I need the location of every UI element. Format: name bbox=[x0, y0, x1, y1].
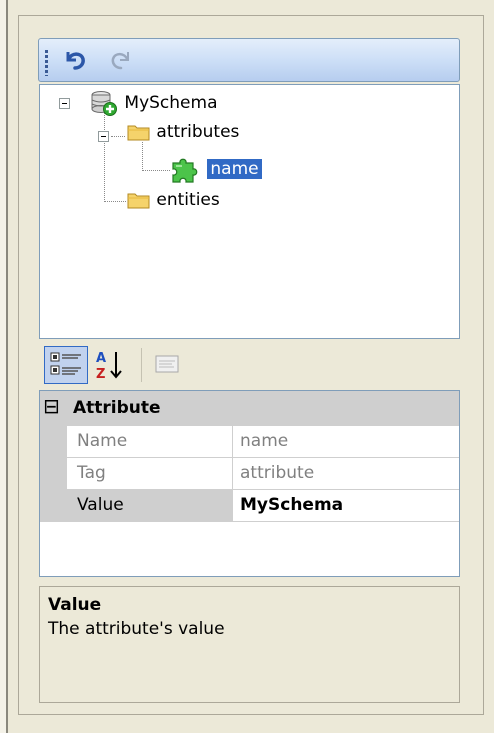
collapse-attributes-toggle[interactable] bbox=[98, 131, 109, 142]
description-pane: Value The attribute's value bbox=[39, 586, 460, 703]
collapse-category-toggle[interactable]: ⊟ bbox=[43, 394, 60, 418]
row-gutter bbox=[40, 426, 67, 458]
sort-az-icon: A Z bbox=[96, 351, 122, 382]
row-gutter bbox=[40, 458, 67, 490]
tree-node-attributes-label: attributes bbox=[156, 122, 240, 142]
folder-icon bbox=[127, 125, 150, 141]
tree-node-entities[interactable]: entities bbox=[127, 190, 220, 210]
property-row-value[interactable]: Value MySchema bbox=[40, 490, 459, 522]
tree-line bbox=[142, 170, 170, 172]
redo-button[interactable] bbox=[106, 46, 134, 74]
property-name: Name bbox=[77, 431, 128, 451]
categorized-button[interactable] bbox=[44, 346, 88, 384]
tree-line bbox=[104, 110, 106, 202]
property-value: name bbox=[240, 431, 289, 451]
tree-node-root-label: MySchema bbox=[124, 93, 218, 113]
property-pages-icon bbox=[155, 355, 179, 373]
schema-tree[interactable]: MySchema attributes name entities bbox=[39, 84, 460, 339]
property-value: attribute bbox=[240, 463, 315, 483]
column-divider[interactable] bbox=[232, 458, 233, 490]
row-divider bbox=[67, 521, 459, 522]
categorized-icon bbox=[50, 352, 81, 375]
tree-line bbox=[142, 142, 144, 171]
property-pages-button[interactable] bbox=[150, 350, 184, 380]
description-text: The attribute's value bbox=[48, 619, 225, 639]
property-name: Value bbox=[77, 495, 124, 515]
description-title: Value bbox=[48, 595, 102, 615]
window-splitter[interactable] bbox=[6, 0, 8, 733]
toolbar-separator bbox=[141, 348, 142, 382]
column-divider[interactable] bbox=[232, 426, 233, 458]
category-row-attribute[interactable]: ⊟ Attribute bbox=[40, 391, 459, 426]
column-divider[interactable] bbox=[232, 490, 233, 522]
property-row-tag[interactable]: Tag attribute bbox=[40, 458, 459, 490]
alphabetical-button[interactable]: A Z bbox=[94, 346, 130, 384]
folder-icon bbox=[127, 193, 150, 209]
tree-node-root[interactable]: MySchema bbox=[89, 89, 217, 117]
row-gutter bbox=[40, 490, 67, 522]
tree-line bbox=[104, 201, 126, 203]
collapse-root-toggle[interactable] bbox=[59, 98, 70, 109]
schema-toolbar bbox=[38, 38, 460, 82]
tree-node-name[interactable]: name bbox=[170, 154, 262, 184]
puzzle-piece-icon bbox=[172, 158, 198, 183]
tree-line bbox=[111, 136, 125, 138]
tree-node-name-label: name bbox=[207, 159, 262, 179]
tree-node-entities-label: entities bbox=[156, 190, 220, 210]
database-add-icon bbox=[91, 91, 117, 116]
toolbar-grip[interactable] bbox=[45, 50, 48, 76]
redo-icon bbox=[111, 52, 129, 70]
property-row-name[interactable]: Name name bbox=[40, 426, 459, 458]
svg-text:A: A bbox=[96, 351, 106, 366]
undo-icon bbox=[66, 52, 85, 70]
property-name: Tag bbox=[77, 463, 106, 483]
undo-button[interactable] bbox=[62, 46, 90, 74]
category-label: Attribute bbox=[73, 398, 161, 418]
svg-text:Z: Z bbox=[96, 367, 105, 382]
property-value-input[interactable]: MySchema bbox=[240, 495, 343, 515]
tree-node-attributes[interactable]: attributes bbox=[127, 122, 239, 142]
